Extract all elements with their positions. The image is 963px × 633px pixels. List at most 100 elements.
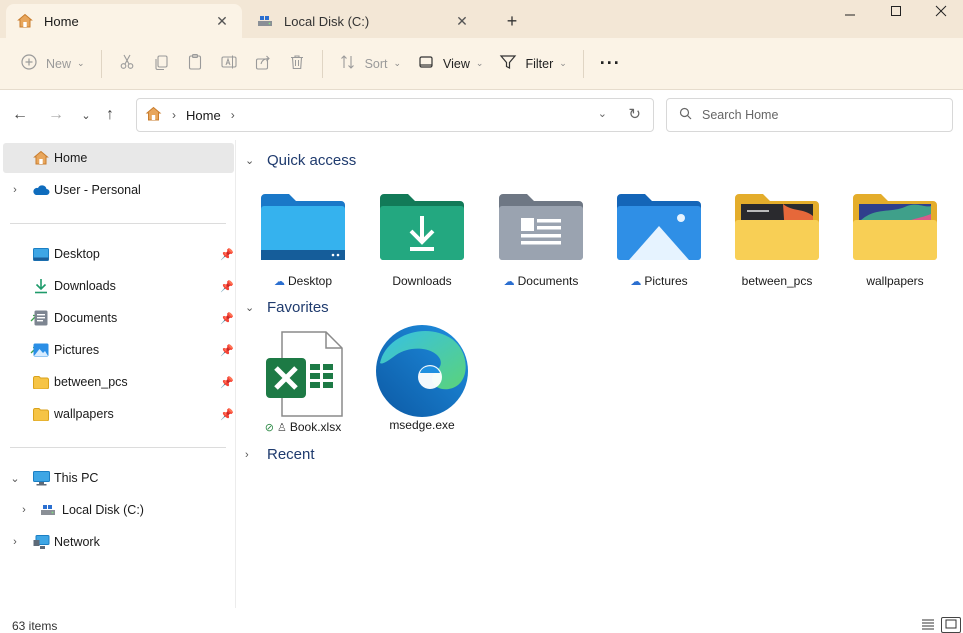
more-options-button[interactable]: ···	[592, 46, 629, 82]
share-icon	[254, 53, 272, 74]
minimize-button[interactable]	[828, 0, 872, 22]
sidebar-item-label: User - Personal	[54, 183, 141, 197]
paste-button[interactable]	[178, 46, 212, 82]
refresh-icon[interactable]: ↻	[628, 105, 641, 123]
tile-label: Book.xlsx	[289, 420, 342, 434]
tile-documents[interactable]: ☁ Documents	[489, 188, 593, 288]
search-icon	[679, 107, 692, 123]
rename-button[interactable]	[212, 46, 246, 82]
tab-local-disk-label: Local Disk (C:)	[284, 13, 370, 29]
maximize-button[interactable]	[874, 0, 918, 22]
tile-label: msedge.exe	[389, 418, 455, 432]
documents-folder-icon	[489, 188, 593, 266]
network-icon	[32, 533, 50, 551]
address-bar[interactable]: › Home › ⌄ ↻	[136, 98, 654, 132]
tile-book-xlsx[interactable]: ⊘ ♙ Book.xlsx	[251, 330, 355, 434]
sidebar-item-desktop[interactable]: Desktop 📌	[0, 239, 236, 269]
address-row: ← → ⌄ ↑ › Home › ⌄ ↻	[0, 90, 963, 140]
back-button[interactable]: ←	[8, 103, 32, 127]
shared-person-icon: ♙	[276, 421, 287, 434]
chevron-right-icon[interactable]: ›	[18, 504, 30, 516]
close-window-button[interactable]	[919, 0, 963, 22]
sidebar-item-local-disk[interactable]: › Local Disk (C:)	[0, 495, 236, 525]
tiles-view-toggle[interactable]	[941, 617, 961, 633]
home-icon	[16, 12, 34, 30]
pin-icon[interactable]: 📌	[220, 408, 234, 421]
pin-icon[interactable]: 📌	[220, 280, 234, 293]
copy-icon	[152, 53, 170, 74]
sort-button[interactable]: Sort ⌄	[331, 46, 409, 82]
tab-local-disk[interactable]: Local Disk (C:) ✕	[246, 4, 482, 38]
sort-label: Sort	[364, 56, 388, 71]
details-view-icon	[921, 618, 935, 633]
sidebar-item-label: Pictures	[54, 343, 100, 357]
sidebar-item-label: Documents	[54, 311, 118, 325]
desktop-icon	[32, 245, 50, 263]
tile-downloads[interactable]: Downloads	[370, 188, 474, 288]
delete-button[interactable]	[280, 46, 314, 82]
forward-button[interactable]: →	[44, 103, 68, 127]
tile-wallpapers[interactable]: wallpapers	[843, 188, 947, 288]
recent-header[interactable]: › Recent	[245, 446, 315, 463]
tab-home[interactable]: Home ✕	[6, 4, 242, 38]
sidebar-item-user-personal[interactable]: › User - Personal	[0, 175, 236, 205]
details-view-toggle[interactable]	[918, 617, 938, 633]
drive-icon	[256, 12, 274, 30]
search-box[interactable]	[666, 98, 953, 132]
new-button[interactable]: New ⌄	[12, 46, 93, 82]
documents-icon	[32, 309, 50, 327]
breadcrumb-separator-icon[interactable]: ›	[231, 108, 235, 122]
pictures-icon	[32, 341, 50, 359]
view-button[interactable]: View ⌄	[409, 46, 491, 82]
edge-browser-icon	[370, 324, 474, 418]
recent-locations-button[interactable]: ⌄	[74, 103, 98, 127]
sidebar-item-this-pc[interactable]: ⌄ This PC	[0, 463, 236, 493]
arrow-up-icon: ↑	[106, 106, 114, 123]
pin-icon[interactable]: 📌	[220, 312, 234, 325]
chevron-right-icon[interactable]: ›	[9, 536, 21, 548]
breadcrumb-separator-icon[interactable]: ›	[172, 108, 176, 122]
sidebar-item-pictures[interactable]: Pictures 📌	[0, 335, 236, 365]
folder-icon	[725, 188, 829, 266]
pin-icon[interactable]: 📌	[220, 344, 234, 357]
tile-msedge-exe[interactable]: msedge.exe	[370, 324, 474, 432]
favorites-header[interactable]: ⌄ Favorites	[245, 299, 329, 316]
filter-button[interactable]: Filter ⌄	[491, 46, 574, 82]
new-tab-button[interactable]: +	[500, 9, 524, 33]
tile-pictures[interactable]: ☁ Pictures	[607, 188, 711, 288]
pin-icon[interactable]: 📌	[220, 248, 234, 261]
chevron-down-icon: ⌄	[245, 155, 255, 167]
tile-desktop[interactable]: ☁ Desktop	[251, 188, 355, 288]
sidebar-item-wallpapers[interactable]: wallpapers 📌	[0, 399, 236, 429]
chevron-right-icon[interactable]: ›	[9, 184, 21, 196]
chevron-down-icon: ⌄	[77, 58, 85, 68]
sidebar-item-between-pcs[interactable]: between_pcs 📌	[0, 367, 236, 397]
copy-button[interactable]	[144, 46, 178, 82]
search-input[interactable]	[702, 108, 932, 122]
status-bar: 63 items	[0, 608, 963, 633]
cut-button[interactable]	[110, 46, 144, 82]
tile-label: wallpapers	[866, 274, 924, 288]
view-label: View	[443, 56, 470, 71]
arrow-right-icon: →	[48, 106, 64, 123]
tab-close-icon[interactable]: ✕	[452, 11, 472, 31]
sidebar-item-home[interactable]: Home	[3, 143, 234, 173]
sidebar-item-downloads[interactable]: Downloads 📌	[0, 271, 236, 301]
group-title: Recent	[267, 446, 315, 463]
address-history-chevron-icon[interactable]: ⌄	[598, 107, 607, 120]
breadcrumb[interactable]: Home	[186, 108, 221, 123]
sort-icon	[339, 53, 357, 74]
sidebar-item-documents[interactable]: Documents 📌	[0, 303, 236, 333]
quick-access-header[interactable]: ⌄ Quick access	[245, 152, 356, 169]
item-count: 63 items	[12, 619, 58, 633]
tile-between-pcs[interactable]: between_pcs	[725, 188, 829, 288]
pin-icon[interactable]: 📌	[220, 376, 234, 389]
chevron-down-icon[interactable]: ⌄	[9, 472, 21, 485]
sidebar-divider	[10, 223, 226, 224]
home-icon	[32, 149, 50, 167]
folder-icon	[843, 188, 947, 266]
tab-close-icon[interactable]: ✕	[212, 11, 232, 31]
sidebar-item-network[interactable]: › Network	[0, 527, 236, 557]
share-button[interactable]	[246, 46, 280, 82]
up-button[interactable]: ↑	[98, 103, 122, 127]
